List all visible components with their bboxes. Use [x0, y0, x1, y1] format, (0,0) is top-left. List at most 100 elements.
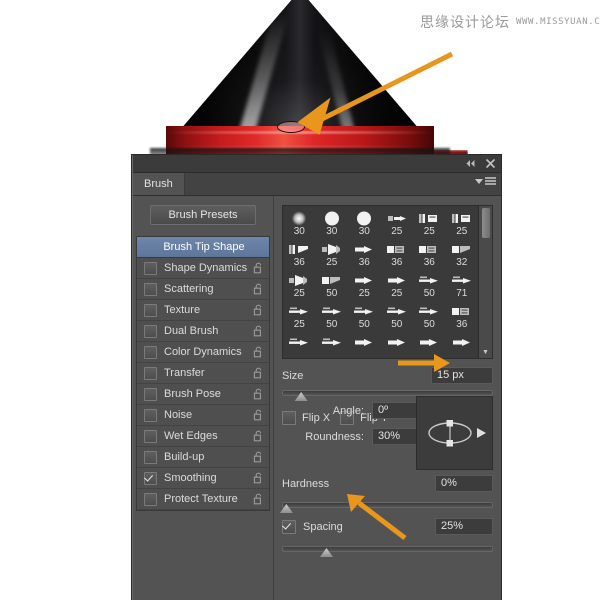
checkbox[interactable]: [144, 324, 157, 338]
option-brush-tip-shape[interactable]: Brush Tip Shape: [137, 237, 269, 258]
lock-open-icon[interactable]: [253, 346, 264, 358]
lock-open-icon[interactable]: [253, 388, 264, 400]
brush-tip-cell[interactable]: 50: [316, 303, 349, 334]
brush-tip-cell[interactable]: 25: [381, 272, 414, 303]
brush-tip-cell[interactable]: 25: [413, 210, 446, 241]
tab-brush[interactable]: Brush: [133, 173, 185, 195]
checkbox[interactable]: [144, 471, 157, 485]
spacing-slider[interactable]: [282, 544, 493, 557]
panel-body: Brush Presets Brush Tip Shape Shape Dyna…: [133, 196, 501, 600]
checkbox[interactable]: [282, 519, 296, 534]
checkbox[interactable]: [144, 366, 157, 380]
option-smoothing[interactable]: Smoothing: [137, 468, 269, 489]
brush-tip-icon: [416, 334, 442, 350]
caret-down-icon[interactable]: ▼: [482, 349, 489, 356]
lock-open-icon[interactable]: [253, 262, 264, 274]
option-wet-edges[interactable]: Wet Edges: [137, 426, 269, 447]
close-icon[interactable]: [485, 158, 496, 169]
checkbox[interactable]: [144, 345, 157, 359]
brush-tip-cell[interactable]: 25: [446, 210, 479, 241]
lock-open-icon[interactable]: [253, 325, 264, 337]
option-brush-pose[interactable]: Brush Pose: [137, 384, 269, 405]
brush-tip-icon: [416, 272, 442, 288]
lock-open-icon[interactable]: [253, 409, 264, 421]
checkbox[interactable]: [144, 408, 157, 422]
option-protect-texture[interactable]: Protect Texture: [137, 489, 269, 510]
checkbox[interactable]: [144, 450, 157, 464]
brush-tip-cell[interactable]: 36: [381, 241, 414, 272]
brush-tip-cell[interactable]: 50: [413, 303, 446, 334]
tabstrip-filler: [184, 173, 501, 195]
option-label: Brush Pose: [164, 388, 221, 400]
brush-tip-size: 50: [358, 319, 370, 330]
brush-grid-scrollbar[interactable]: ▲ ▼: [478, 206, 492, 358]
brush-tip-cell[interactable]: 25: [283, 303, 316, 334]
lock-open-icon[interactable]: [253, 430, 264, 442]
brush-tip-cell[interactable]: 25: [316, 241, 349, 272]
option-dual-brush[interactable]: Dual Brush: [137, 321, 269, 342]
lock-open-icon[interactable]: [253, 367, 264, 379]
brush-tip-icon: [319, 241, 345, 257]
brush-tip-size: 25: [358, 288, 370, 299]
brush-tip-icon: [384, 303, 410, 319]
brush-tip-cell[interactable]: 50: [413, 272, 446, 303]
brush-tip-icon: [449, 241, 475, 257]
brush-presets-button[interactable]: Brush Presets: [150, 205, 256, 225]
brush-tip-grid[interactable]: 30 30 30 25 25 25 36 25 36 36 36 32 25 50 25 25 50 71 25 50…: [282, 205, 493, 359]
brush-tip-cell[interactable]: 36: [348, 241, 381, 272]
option-color-dynamics[interactable]: Color Dynamics: [137, 342, 269, 363]
brush-tip-cell[interactable]: 36: [446, 303, 479, 334]
brush-tip-cell[interactable]: 50: [316, 272, 349, 303]
checkbox[interactable]: [144, 429, 157, 443]
checkbox[interactable]: [144, 303, 157, 317]
collapse-to-icons-icon[interactable]: [465, 158, 476, 169]
checkbox[interactable]: [144, 282, 157, 296]
brush-tip-icon: [319, 303, 345, 319]
brush-tip-cell[interactable]: [283, 334, 316, 358]
option-build-up[interactable]: Build-up: [137, 447, 269, 468]
brush-tip-cell[interactable]: 36: [283, 241, 316, 272]
lock-open-icon[interactable]: [253, 472, 264, 484]
brush-tip-cell[interactable]: 50: [381, 303, 414, 334]
brush-tip-cell[interactable]: [348, 334, 381, 358]
spacing-input[interactable]: 25%: [435, 518, 493, 535]
lock-open-icon[interactable]: [253, 283, 264, 295]
option-texture[interactable]: Texture: [137, 300, 269, 321]
checkbox[interactable]: [144, 387, 157, 401]
brush-tip-cell[interactable]: 30: [283, 210, 316, 241]
brush-tip-cell[interactable]: 32: [446, 241, 479, 272]
brush-tip-cell[interactable]: 71: [446, 272, 479, 303]
lock-open-icon[interactable]: [253, 451, 264, 463]
checkbox[interactable]: [144, 492, 157, 506]
lock-open-icon[interactable]: [253, 304, 264, 316]
option-label: Protect Texture: [164, 493, 238, 505]
brush-tip-cell[interactable]: 25: [348, 272, 381, 303]
brush-tip-size: 50: [391, 319, 403, 330]
brush-tip-cell[interactable]: 36: [413, 241, 446, 272]
brush-tip-cell[interactable]: [316, 334, 349, 358]
option-label: Transfer: [164, 367, 205, 379]
brush-tip-cell[interactable]: 50: [348, 303, 381, 334]
brush-tip-icon: [286, 241, 312, 257]
brush-tip-cell[interactable]: 25: [283, 272, 316, 303]
option-shape-dynamics[interactable]: Shape Dynamics: [137, 258, 269, 279]
brush-tip-cell[interactable]: 30: [316, 210, 349, 241]
brush-tip-size: 30: [293, 226, 305, 237]
option-noise[interactable]: Noise: [137, 405, 269, 426]
brush-tip-size: 50: [423, 288, 435, 299]
brush-tip-size: 36: [456, 319, 468, 330]
option-label: Shape Dynamics: [164, 262, 248, 274]
screenshot-stage: 思缘设计论坛 WWW.MISSYUAN.COM: [0, 0, 600, 600]
option-scattering[interactable]: Scattering: [137, 279, 269, 300]
brush-tip-cell[interactable]: 25: [381, 210, 414, 241]
checkbox[interactable]: [144, 261, 157, 275]
panel-menu-icon[interactable]: [475, 177, 496, 186]
lock-open-icon[interactable]: [253, 493, 264, 505]
brush-tip-cell[interactable]: 30: [348, 210, 381, 241]
brush-angle-roundness-preview[interactable]: [416, 396, 493, 470]
hardness-input[interactable]: 0%: [435, 475, 493, 492]
brush-tip-grid-cells[interactable]: 30 30 30 25 25 25 36 25 36 36 36 32 25 50 25 25 50 71 25 50…: [283, 206, 478, 358]
scrollbar-thumb[interactable]: [481, 208, 490, 238]
option-label: Scattering: [164, 283, 214, 295]
option-transfer[interactable]: Transfer: [137, 363, 269, 384]
